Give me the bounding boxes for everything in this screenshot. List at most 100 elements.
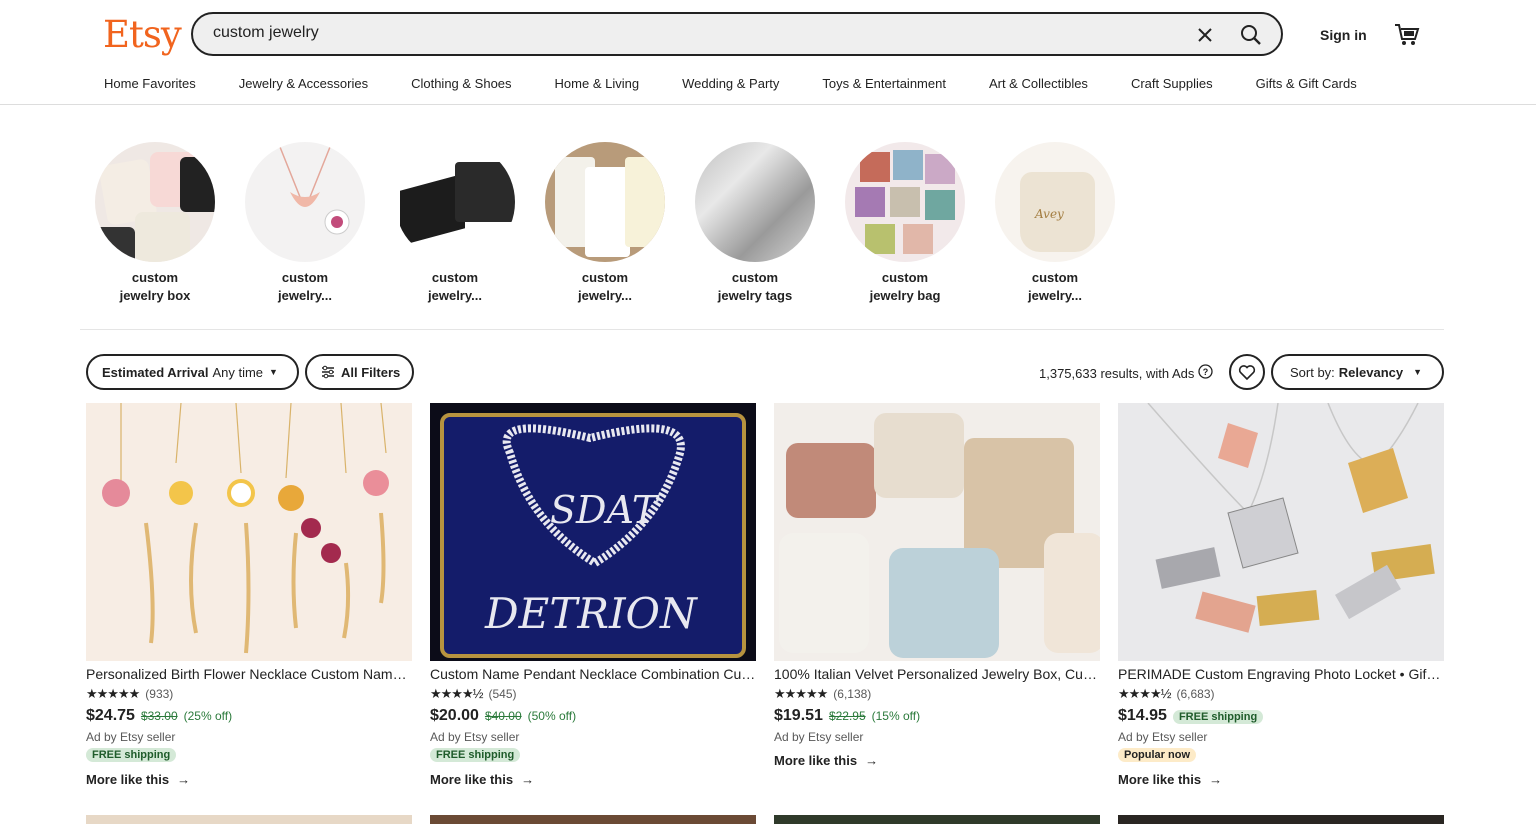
suggestion-label-2: jewelry bag: [869, 288, 941, 303]
suggestion-image: [395, 142, 515, 262]
suggestion-label-1: custom: [131, 270, 179, 285]
suggestion-image: [695, 142, 815, 262]
discount: (15% off): [871, 709, 921, 723]
nav-item-wedding[interactable]: Wedding & Party: [682, 76, 779, 91]
product-image[interactable]: [430, 815, 756, 824]
product-title[interactable]: 100% Italian Velvet Personalized Jewelry…: [774, 666, 1100, 682]
arrow-right-icon: →: [865, 753, 879, 768]
product-image[interactable]: [86, 815, 412, 824]
caret-down-icon: ▼: [1413, 367, 1423, 377]
more-label: More like this: [1118, 772, 1202, 787]
ad-label: Ad by Etsy seller: [86, 730, 176, 744]
original-price: $40.00: [484, 709, 522, 723]
nav-item-craft[interactable]: Craft Supplies: [1131, 76, 1213, 91]
search-input[interactable]: [211, 23, 1115, 43]
suggestion-item[interactable]: custom jewelry tags: [695, 142, 845, 305]
discount: (25% off): [183, 709, 233, 723]
arrow-right-icon: →: [1209, 772, 1223, 787]
nav-item-jewelry[interactable]: Jewelry & Accessories: [239, 76, 368, 91]
sort-dropdown[interactable]: Sort by: Relevancy ▼: [1271, 354, 1444, 390]
nav-item-clothing[interactable]: Clothing & Shoes: [411, 76, 511, 91]
suggestion-item[interactable]: custom jewelry bag: [845, 142, 995, 305]
help-icon[interactable]: ?: [1198, 364, 1214, 382]
suggestion-label-1: custom: [881, 270, 929, 285]
more-like-this-link[interactable]: More like this →: [86, 772, 412, 787]
sort-value: Relevancy: [1338, 364, 1404, 380]
product-image[interactable]: SDAT DETRION: [430, 403, 756, 661]
svg-text:?: ?: [1203, 367, 1209, 377]
free-shipping-badge: FREE shipping: [1172, 710, 1264, 724]
product-image[interactable]: [1118, 815, 1444, 824]
product-card[interactable]: PERIMADE Custom Engraving Photo Locket •…: [1118, 403, 1444, 787]
product-image[interactable]: [774, 815, 1100, 824]
suggestion-item[interactable]: custom jewelry...: [545, 142, 695, 305]
sale-price: $19.51: [774, 707, 823, 724]
etsy-logo[interactable]: Etsy: [103, 13, 182, 56]
product-image[interactable]: [86, 403, 412, 661]
cart-icon[interactable]: [1394, 22, 1420, 48]
search-icon[interactable]: [1239, 23, 1263, 47]
suggestion-label-1: custom: [581, 270, 629, 285]
caret-down-icon: ▼: [269, 367, 278, 377]
original-price: $22.95: [828, 709, 866, 723]
popular-now-badge: Popular now: [1118, 748, 1196, 762]
suggestion-image: [545, 142, 665, 262]
product-card[interactable]: Personalized Birth Flower Necklace Custo…: [86, 403, 412, 787]
suggestion-item[interactable]: custom jewelry box: [95, 142, 245, 305]
product-image[interactable]: [774, 403, 1100, 661]
sort-label: Sort by:: [1290, 364, 1335, 380]
product-card[interactable]: 100% Italian Velvet Personalized Jewelry…: [774, 403, 1100, 768]
more-like-this-link[interactable]: More like this →: [774, 753, 1100, 768]
more-like-this-link[interactable]: More like this →: [430, 772, 756, 787]
product-rating: ★★★★★ (6,138): [774, 686, 1100, 702]
sign-in-link[interactable]: Sign in: [1320, 27, 1367, 43]
price-row: $14.95 FREE shipping: [1118, 707, 1444, 725]
more-label: More like this: [774, 753, 858, 768]
close-icon[interactable]: [1193, 23, 1217, 47]
estimated-arrival-filter[interactable]: Estimated Arrival Any time ▼: [86, 354, 299, 390]
suggestion-label-2: jewelry tags: [717, 288, 793, 303]
suggestion-image: [95, 142, 215, 262]
suggestion-item[interactable]: custom jewelry...: [395, 142, 545, 305]
search-bar[interactable]: [191, 12, 1283, 56]
site-header: Etsy Sign in Home Favorites Jewelry & Ac…: [0, 0, 1536, 105]
review-count: (933): [145, 687, 174, 701]
product-rating: ★★★★½ (6,683): [1118, 686, 1444, 702]
svg-text:DETRION: DETRION: [484, 589, 698, 638]
review-count: (6,683): [1176, 687, 1215, 701]
product-rating: ★★★★★ (933): [86, 686, 412, 702]
product-title[interactable]: Personalized Birth Flower Necklace Custo…: [86, 666, 412, 682]
product-rating: ★★★★½ (545): [430, 686, 756, 702]
category-nav: Home Favorites Jewelry & Accessories Clo…: [104, 76, 1400, 91]
nav-item-toys[interactable]: Toys & Entertainment: [822, 76, 946, 91]
discount: (50% off): [527, 709, 577, 723]
heart-icon: [1238, 363, 1256, 381]
suggestion-item[interactable]: Avey custom jewelry...: [995, 142, 1145, 305]
price-row: $20.00 $40.00 (50% off): [430, 707, 756, 725]
nav-item-home-living[interactable]: Home & Living: [555, 76, 640, 91]
review-count: (6,138): [833, 687, 872, 701]
star-rating-icon: ★★★★½: [430, 686, 483, 701]
product-card[interactable]: SDAT DETRION Custom Name Pendant Necklac…: [430, 403, 756, 787]
price-row: $24.75 $33.00 (25% off): [86, 707, 412, 725]
suggestion-label-1: custom: [431, 270, 479, 285]
nav-item-home-favorites[interactable]: Home Favorites: [104, 76, 196, 91]
sliders-icon: [321, 365, 335, 379]
more-like-this-link[interactable]: More like this →: [1118, 772, 1444, 787]
suggestion-label-2: jewelry box: [119, 288, 191, 303]
sale-price: $24.75: [86, 707, 135, 724]
all-filters-button[interactable]: All Filters: [305, 354, 414, 390]
nav-item-gifts[interactable]: Gifts & Gift Cards: [1256, 76, 1357, 91]
nav-item-art[interactable]: Art & Collectibles: [989, 76, 1088, 91]
favorite-search-button[interactable]: [1229, 354, 1265, 390]
more-label: More like this: [86, 772, 170, 787]
product-title[interactable]: PERIMADE Custom Engraving Photo Locket •…: [1118, 666, 1444, 682]
free-shipping-badge: FREE shipping: [430, 748, 521, 762]
suggestion-item[interactable]: custom jewelry...: [245, 142, 395, 305]
ad-label: Ad by Etsy seller: [1118, 730, 1208, 744]
results-text: 1,375,633 results, with Ads: [1039, 365, 1195, 381]
suggestion-label-1: custom: [731, 270, 779, 285]
product-title[interactable]: Custom Name Pendant Necklace Combination…: [430, 666, 756, 682]
product-image[interactable]: [1118, 403, 1444, 661]
original-price: $33.00: [140, 709, 178, 723]
